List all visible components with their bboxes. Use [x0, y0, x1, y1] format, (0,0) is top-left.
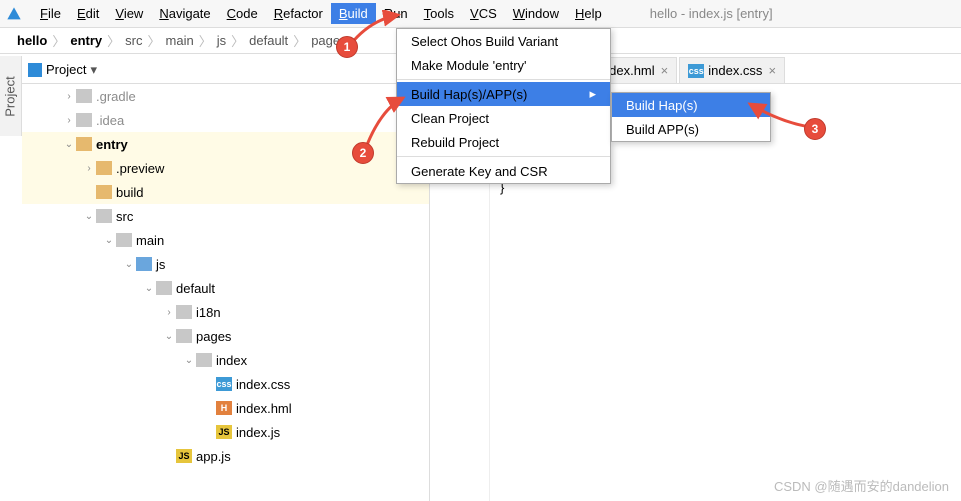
menu-bar: FileEditViewNavigateCodeRefactorBuildRun… — [0, 0, 961, 28]
callout-2: 2 — [352, 142, 374, 164]
menu-tools[interactable]: Tools — [416, 3, 462, 24]
breadcrumb-item[interactable]: js — [210, 32, 233, 49]
tree-node[interactable]: build — [22, 180, 429, 204]
submenu-item[interactable]: Build APP(s) — [612, 117, 770, 141]
tree-node[interactable]: Hindex.hml — [22, 396, 429, 420]
tree-node[interactable]: ⌄index — [22, 348, 429, 372]
tree-node[interactable]: JSapp.js — [22, 444, 429, 468]
callout-1: 1 — [336, 36, 358, 58]
menu-file[interactable]: File — [32, 3, 69, 24]
tree-node[interactable]: JSindex.js — [22, 420, 429, 444]
menu-code[interactable]: Code — [219, 3, 266, 24]
breadcrumb-item[interactable]: default — [242, 32, 295, 49]
menu-item[interactable]: Rebuild Project — [397, 130, 610, 154]
watermark: CSDN @随遇而安的dandelion — [774, 476, 949, 495]
menu-build[interactable]: Build — [331, 3, 376, 24]
submenu-item[interactable]: Build Hap(s) — [612, 93, 770, 117]
chevron-down-icon[interactable]: ▾ — [90, 62, 97, 78]
project-icon — [28, 63, 42, 77]
window-title: hello - index.js [entry] — [650, 6, 773, 21]
tree-node[interactable]: ⌄pages — [22, 324, 429, 348]
menu-navigate[interactable]: Navigate — [151, 3, 218, 24]
close-icon[interactable]: × — [768, 63, 776, 78]
menu-window[interactable]: Window — [505, 3, 567, 24]
menu-run[interactable]: Run — [376, 3, 416, 24]
breadcrumb-item[interactable]: main — [159, 32, 201, 49]
tree-node[interactable]: ›i18n — [22, 300, 429, 324]
menu-vcs[interactable]: VCS — [462, 3, 505, 24]
menu-item[interactable]: Build Hap(s)/APP(s)▸ — [397, 82, 610, 106]
build-menu-dropdown[interactable]: Select Ohos Build VariantMake Module 'en… — [396, 28, 611, 184]
breadcrumb-item[interactable]: hello — [10, 32, 54, 49]
menu-refactor[interactable]: Refactor — [266, 3, 331, 24]
callout-3: 3 — [804, 118, 826, 140]
menu-item[interactable]: Generate Key and CSR — [397, 159, 610, 183]
menu-item[interactable]: Select Ohos Build Variant — [397, 29, 610, 53]
close-icon[interactable]: × — [661, 63, 669, 78]
tree-node[interactable]: ⌄js — [22, 252, 429, 276]
side-tab-project[interactable]: Project — [0, 56, 22, 136]
menu-edit[interactable]: Edit — [69, 3, 107, 24]
tree-node[interactable]: ⌄default — [22, 276, 429, 300]
tree-node[interactable]: ›.gradle — [22, 84, 429, 108]
tree-node[interactable]: ⌄main — [22, 228, 429, 252]
tree-node[interactable]: cssindex.css — [22, 372, 429, 396]
menu-item[interactable]: Make Module 'entry' — [397, 53, 610, 77]
tree-node[interactable]: ›.idea — [22, 108, 429, 132]
build-submenu-dropdown[interactable]: Build Hap(s)Build APP(s) — [611, 92, 771, 142]
breadcrumb-item[interactable]: entry — [63, 32, 109, 49]
app-logo-icon — [6, 6, 22, 22]
breadcrumb-item[interactable]: src — [118, 32, 149, 49]
menu-help[interactable]: Help — [567, 3, 610, 24]
menu-item[interactable]: Clean Project — [397, 106, 610, 130]
tree-node[interactable]: ⌄src — [22, 204, 429, 228]
project-panel-title[interactable]: Project — [46, 62, 86, 77]
menu-view[interactable]: View — [107, 3, 151, 24]
editor-tab[interactable]: cssindex.css× — [679, 57, 785, 83]
